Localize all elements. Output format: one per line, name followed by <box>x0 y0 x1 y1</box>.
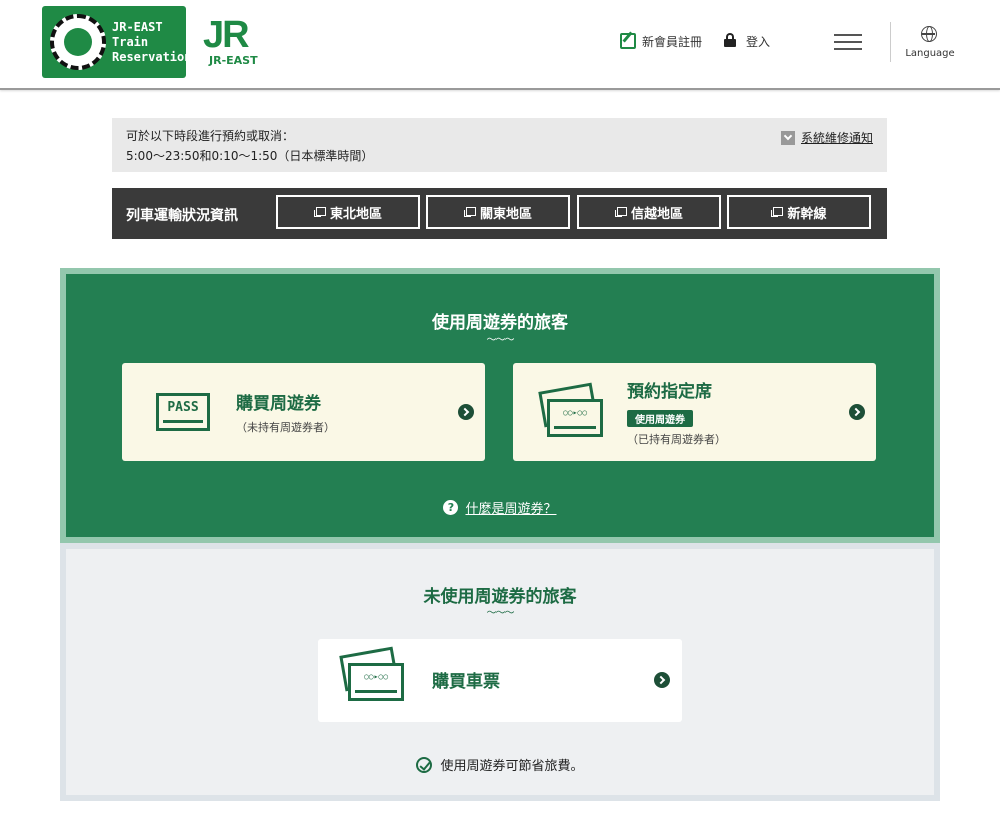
jr-logo-mark: JR <box>203 14 250 56</box>
login-link[interactable]: 登入 <box>724 32 770 50</box>
jr-east-train-reservation-logo[interactable]: JR-EAST Train Reservation <box>42 6 191 78</box>
login-label: 登入 <box>746 34 771 49</box>
non-pass-users-section: 未使用周遊券的旅客 〜〜〜 ○○▸○○ 購買車票 使用周遊券可節省旅費。 <box>60 543 940 801</box>
buy-pass-title: 購買周遊券 <box>236 394 321 414</box>
region-label: 東北地區 <box>329 206 382 222</box>
region-label: 信越地區 <box>630 206 683 222</box>
external-window-icon <box>313 207 326 217</box>
pass-icon: PASS <box>156 393 210 431</box>
buy-pass-subtitle: （未持有周遊券者） <box>236 421 335 434</box>
train-status-bar: 列車運輸狀況資訊 東北地區 關東地區 信越地區 新幹線 <box>112 188 887 239</box>
buy-ticket-title: 購買車票 <box>432 672 500 692</box>
buy-pass-card[interactable]: PASS 購買周遊券 （未持有周遊券者） <box>122 363 485 461</box>
train-status-title: 列車運輸狀況資訊 <box>126 208 238 224</box>
maintenance-label: 系統維修通知 <box>800 131 873 145</box>
what-is-pass-link[interactable]: ? 什麼是周遊券？ <box>66 498 934 517</box>
register-label: 新會員註冊 <box>642 34 703 49</box>
external-window-icon <box>463 207 476 217</box>
chevron-right-icon <box>654 672 670 688</box>
what-is-pass-label: 什麼是周遊券？ <box>465 502 557 517</box>
pass-users-section: 使用周遊券的旅客 〜〜〜 PASS 購買周遊券 （未持有周遊券者） ○○▸○○ … <box>60 268 940 543</box>
reserve-seat-subtitle: （已持有周遊券者） <box>627 433 726 446</box>
jr-east-logo[interactable]: JR JR-EAST <box>203 14 269 68</box>
region-button-tohoku[interactable]: 東北地區 <box>276 195 420 229</box>
site-header: JR-EAST Train Reservation JR JR-EAST 新會員… <box>0 0 1000 90</box>
lock-icon <box>724 33 740 49</box>
region-label: 新幹線 <box>787 206 827 222</box>
external-window-icon <box>771 207 784 217</box>
region-button-shinetsu[interactable]: 信越地區 <box>577 195 721 229</box>
globe-icon <box>921 26 937 42</box>
operating-hours-notice: 可於以下時段進行預約或取消： 5:00～23:50和0:10～1:50（日本標準… <box>112 118 887 172</box>
hamburger-menu-button[interactable] <box>834 32 862 50</box>
external-window-icon <box>614 207 627 217</box>
wave-divider: 〜〜〜 <box>486 608 515 619</box>
ticket-disc-icon <box>50 14 106 70</box>
notice-line-1: 可於以下時段進行預約或取消： <box>126 129 295 143</box>
chevron-right-icon <box>849 404 865 420</box>
check-circle-icon <box>416 756 433 773</box>
buy-ticket-card[interactable]: ○○▸○○ 購買車票 <box>318 639 682 722</box>
use-pass-badge: 使用周遊券 <box>627 410 693 427</box>
brand-text: JR-EAST Train Reservation <box>112 20 192 64</box>
maintenance-notice-link[interactable]: 系統維修通知 <box>780 129 873 146</box>
reserve-seat-card[interactable]: ○○▸○○ 預約指定席 使用周遊券 （已持有周遊券者） <box>513 363 876 461</box>
save-note-text: 使用周遊券可節省旅費。 <box>440 759 584 774</box>
edit-icon <box>620 33 636 49</box>
wave-divider: 〜〜〜 <box>486 335 515 346</box>
region-button-shinkansen[interactable]: 新幹線 <box>727 195 871 229</box>
language-button[interactable]: Language <box>900 24 960 64</box>
notice-line-2: 5:00～23:50和0:10～1:50（日本標準時間） <box>126 149 374 163</box>
question-icon: ? <box>443 500 459 515</box>
register-link[interactable]: 新會員註冊 <box>620 32 702 50</box>
region-button-kanto[interactable]: 關東地區 <box>426 195 570 229</box>
ticket-icon: ○○▸○○ <box>538 382 603 439</box>
chevron-down-icon <box>780 130 795 145</box>
reserve-seat-title: 預約指定席 <box>627 382 712 402</box>
nopass-section-title: 未使用周遊券的旅客 <box>423 587 577 607</box>
header-divider <box>890 22 891 62</box>
jr-logo-sub: JR-EAST <box>209 54 258 67</box>
region-label: 關東地區 <box>479 206 532 222</box>
ticket-icon: ○○▸○○ <box>339 646 404 703</box>
chevron-right-icon <box>458 404 474 420</box>
save-money-note: 使用周遊券可節省旅費。 <box>66 755 934 774</box>
pass-section-title: 使用周遊券的旅客 <box>432 313 568 333</box>
language-label: Language <box>905 48 955 59</box>
